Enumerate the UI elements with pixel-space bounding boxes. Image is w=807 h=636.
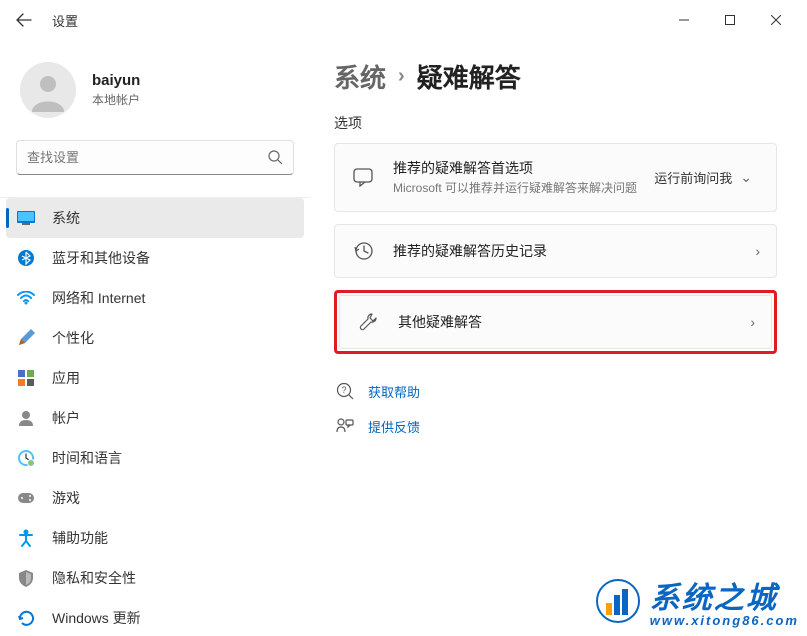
dropdown-action[interactable]: 运行前询问我 ⌄ — [646, 164, 760, 191]
avatar — [20, 62, 76, 118]
breadcrumb-current: 疑难解答 — [417, 58, 521, 95]
main-content: 系统 › 疑难解答 选项 推荐的疑难解答首选项 Microsoft 可以推荐并运… — [310, 40, 807, 636]
user-block[interactable]: baiyun 本地帐户 — [0, 48, 310, 136]
feedback-link[interactable]: 提供反馈 — [334, 409, 777, 444]
wrench-icon — [356, 310, 380, 334]
close-icon — [771, 15, 781, 25]
sidebar-item-label: 帐户 — [52, 408, 80, 428]
sidebar-item-label: 应用 — [52, 368, 80, 388]
arrow-left-icon — [16, 12, 32, 28]
nav-list: 系统 蓝牙和其他设备 网络和 Internet 个性化 应用 帐户 — [0, 197, 310, 628]
sidebar-item-time[interactable]: 时间和语言 — [0, 438, 310, 478]
accounts-icon — [16, 408, 36, 428]
update-icon — [16, 608, 36, 628]
sidebar-item-label: 游戏 — [52, 488, 80, 508]
apps-icon — [16, 368, 36, 388]
titlebar: 设置 — [0, 0, 807, 40]
privacy-icon — [16, 568, 36, 588]
wifi-icon — [16, 288, 36, 308]
sidebar-item-bluetooth[interactable]: 蓝牙和其他设备 — [0, 238, 310, 278]
history-icon — [351, 239, 375, 263]
time-icon — [16, 448, 36, 468]
minimize-icon — [679, 15, 689, 25]
close-button[interactable] — [753, 4, 799, 36]
search-input[interactable] — [27, 150, 268, 165]
sidebar-item-accessibility[interactable]: 辅助功能 — [0, 518, 310, 558]
card-subtitle: Microsoft 可以推荐并运行疑难解答来解决问题 — [393, 180, 646, 197]
accessibility-icon — [16, 528, 36, 548]
sidebar-item-label: 网络和 Internet — [52, 288, 145, 308]
breadcrumb: 系统 › 疑难解答 — [334, 58, 777, 95]
chevron-right-icon: › — [398, 65, 405, 88]
minimize-button[interactable] — [661, 4, 707, 36]
help-icon: ? — [336, 382, 354, 400]
gaming-icon — [16, 488, 36, 508]
watermark-logo-icon — [596, 579, 640, 623]
sidebar-item-label: Windows 更新 — [52, 608, 141, 628]
sidebar-item-network[interactable]: 网络和 Internet — [0, 278, 310, 318]
sidebar-item-label: 辅助功能 — [52, 528, 108, 548]
app-title: 设置 — [52, 11, 78, 30]
system-icon — [16, 208, 36, 228]
help-label: 获取帮助 — [368, 382, 420, 401]
feedback-label: 提供反馈 — [368, 417, 420, 436]
personalize-icon — [16, 328, 36, 348]
sidebar-item-privacy[interactable]: 隐私和安全性 — [0, 558, 310, 598]
highlight-box: 其他疑难解答 › — [334, 290, 777, 354]
section-label: 选项 — [334, 113, 777, 133]
window-controls — [661, 4, 799, 36]
watermark: 系统之城 www.xitong86.com — [596, 573, 799, 628]
chevron-right-icon: › — [755, 243, 760, 259]
feedback-icon — [336, 417, 354, 435]
card-title: 推荐的疑难解答首选项 — [393, 158, 646, 178]
user-sub: 本地帐户 — [92, 91, 140, 108]
sidebar-item-label: 时间和语言 — [52, 448, 122, 468]
card-history[interactable]: 推荐的疑难解答历史记录 › — [334, 224, 777, 278]
help-link[interactable]: ? 获取帮助 — [334, 374, 777, 409]
sidebar-item-personalize[interactable]: 个性化 — [0, 318, 310, 358]
sidebar-item-accounts[interactable]: 帐户 — [0, 398, 310, 438]
sidebar-item-label: 系统 — [52, 208, 80, 228]
back-button[interactable] — [8, 4, 40, 36]
chevron-down-icon: ⌄ — [740, 169, 752, 186]
svg-text:?: ? — [341, 385, 346, 395]
breadcrumb-parent[interactable]: 系统 — [334, 58, 386, 95]
dropdown-label: 运行前询问我 — [654, 168, 732, 187]
chat-icon — [351, 165, 375, 189]
sidebar-item-gaming[interactable]: 游戏 — [0, 478, 310, 518]
footer-links: ? 获取帮助 提供反馈 — [334, 374, 777, 444]
chevron-right-icon: › — [750, 314, 755, 330]
search-box[interactable] — [16, 140, 294, 175]
watermark-title: 系统之城 — [650, 573, 799, 617]
sidebar-item-label: 隐私和安全性 — [52, 568, 136, 588]
watermark-url: www.xitong86.com — [650, 613, 799, 628]
maximize-icon — [725, 15, 735, 25]
user-icon — [26, 68, 70, 112]
card-title: 推荐的疑难解答历史记录 — [393, 241, 755, 261]
sidebar: baiyun 本地帐户 系统 蓝牙和其他设备 网络和 Internet — [0, 40, 310, 636]
sidebar-item-label: 个性化 — [52, 328, 94, 348]
card-recommended[interactable]: 推荐的疑难解答首选项 Microsoft 可以推荐并运行疑难解答来解决问题 运行… — [334, 143, 777, 212]
bluetooth-icon — [16, 248, 36, 268]
maximize-button[interactable] — [707, 4, 753, 36]
sidebar-item-update[interactable]: Windows 更新 — [0, 598, 310, 628]
sidebar-item-system[interactable]: 系统 — [6, 198, 304, 238]
card-other[interactable]: 其他疑难解答 › — [339, 295, 772, 349]
sidebar-item-label: 蓝牙和其他设备 — [52, 248, 150, 268]
search-icon — [268, 150, 283, 165]
user-name: baiyun — [92, 72, 140, 89]
card-title: 其他疑难解答 — [398, 312, 750, 332]
sidebar-item-apps[interactable]: 应用 — [0, 358, 310, 398]
